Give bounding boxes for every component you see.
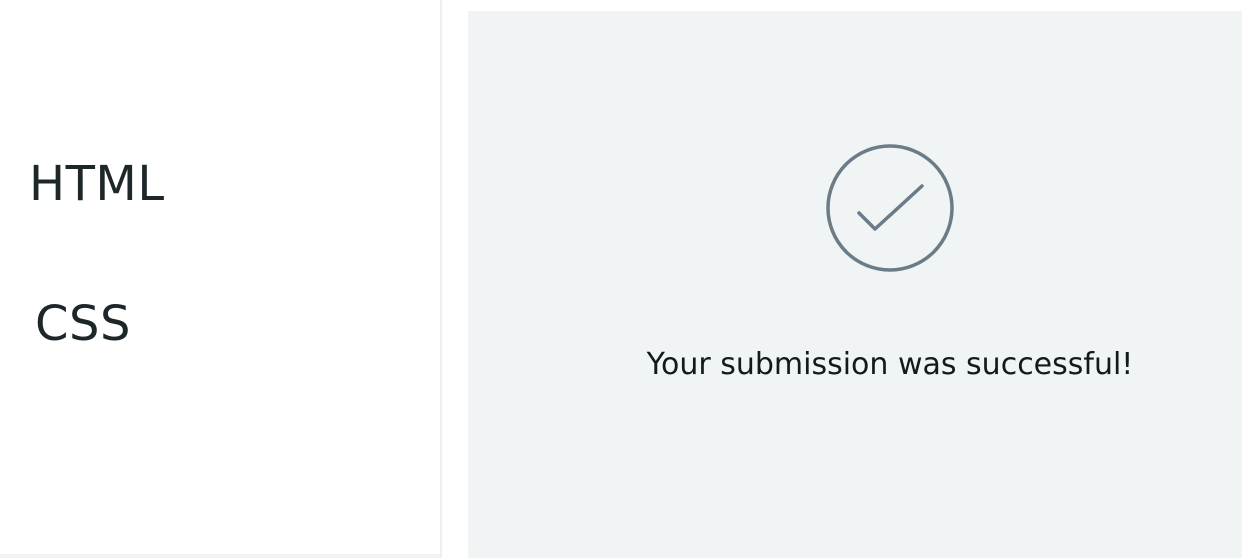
topic-list: HTML CSS: [0, 0, 440, 558]
topic-label-css: CSS: [35, 296, 131, 352]
success-message: Your submission was successful!: [646, 347, 1134, 382]
bottom-strip: [0, 554, 440, 558]
preview-panel: Your submission was successful!: [468, 11, 1242, 558]
topic-label-html: HTML: [29, 156, 165, 212]
panel-divider: [440, 0, 442, 558]
check-circle-icon: [826, 144, 954, 272]
